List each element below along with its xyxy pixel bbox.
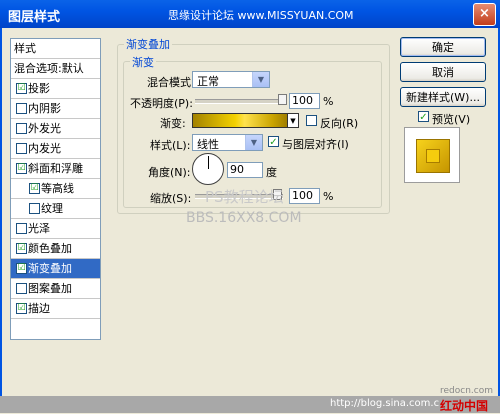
watermark-bbs: BBS.16XX8.COM (186, 210, 302, 226)
scale-unit: % (323, 190, 334, 203)
list-item-label: 图案叠加 (28, 282, 72, 295)
list-item-outer-glow[interactable]: 外发光 (11, 119, 100, 139)
blend-mode-select[interactable]: 正常 ▼ (192, 71, 270, 88)
scale-input[interactable]: 100 (289, 188, 320, 204)
align-with-layer-checkbox[interactable]: ✓ (268, 136, 279, 148)
angle-needle (208, 156, 209, 169)
gradient-swatch[interactable] (192, 113, 288, 128)
checkbox-color-overlay[interactable]: ☑ (16, 243, 27, 254)
chevron-down-icon: ▼ (252, 72, 269, 87)
checkbox-satin[interactable] (16, 223, 27, 234)
watermark-blog: http://blog.sina.com.c (330, 398, 440, 409)
angle-label: 角度(N): (148, 166, 191, 179)
watermark-ps: PS教程论坛 (205, 188, 284, 206)
title-bar: 图层样式 思缘设计论坛 www.MISSYUAN.COM × (0, 0, 500, 28)
list-item-inner-glow[interactable]: 内发光 (11, 139, 100, 159)
opacity-input[interactable]: 100 (289, 93, 320, 109)
scale-label: 缩放(S): (150, 192, 192, 205)
reverse-checkbox[interactable] (306, 115, 317, 126)
list-item-bevel-emboss[interactable]: ☑ 斜面和浮雕 (11, 159, 100, 179)
preview-checkbox[interactable]: ✓ (418, 111, 429, 123)
checkbox-bevel-emboss[interactable]: ☑ (16, 163, 27, 174)
checkbox-drop-shadow[interactable]: ☑ (16, 83, 27, 94)
list-item-pattern-overlay[interactable]: 图案叠加 (11, 279, 100, 299)
opacity-slider-track[interactable] (195, 99, 283, 104)
chevron-down-icon: ▼ (245, 135, 262, 150)
style-select[interactable]: 线性 ▼ (192, 134, 263, 151)
reverse-label: 反向(R) (320, 117, 359, 130)
list-item-label: 渐变叠加 (28, 262, 72, 275)
preview-swatch (416, 139, 450, 173)
preview-label: 预览(V) (432, 113, 471, 126)
list-header-styles[interactable]: 样式 (11, 39, 100, 59)
gradient-overlay-group-title: 渐变叠加 (124, 36, 172, 52)
list-item-satin[interactable]: 光泽 (11, 219, 100, 239)
list-item-gradient-overlay[interactable]: ☑ 渐变叠加 (11, 259, 100, 279)
footer-watermark-bar: http://blog.sina.com.c 红动中国 (0, 396, 500, 413)
new-style-button[interactable]: 新建样式(W)... (400, 87, 486, 107)
list-header-label: 样式 (14, 42, 36, 55)
align-with-layer-label: 与图层对齐(I) (282, 138, 349, 151)
list-item-contour[interactable]: ☑ 等高线 (11, 179, 100, 199)
opacity-slider-thumb[interactable] (278, 94, 287, 105)
list-item-label: 等高线 (41, 182, 74, 195)
opacity-unit: % (323, 95, 334, 108)
checkbox-pattern-overlay[interactable] (16, 283, 27, 294)
list-item-label: 内发光 (28, 142, 61, 155)
angle-input[interactable]: 90 (227, 162, 263, 178)
gradient-label: 渐变: (160, 117, 186, 130)
watermark-red: 红动中国 (440, 399, 489, 413)
angle-dial[interactable] (192, 153, 224, 185)
list-item-label: 内阴影 (28, 102, 61, 115)
checkbox-inner-shadow[interactable] (16, 103, 27, 114)
list-item-label: 斜面和浮雕 (28, 162, 83, 175)
style-value: 线性 (197, 138, 219, 151)
cancel-button[interactable]: 取消 (400, 62, 486, 82)
list-item-label: 描边 (28, 302, 50, 315)
list-item-blend-options[interactable]: 混合选项:默认 (11, 59, 100, 79)
chevron-down-icon[interactable]: ▼ (288, 113, 299, 128)
checkbox-contour[interactable]: ☑ (29, 183, 40, 194)
ok-button[interactable]: 确定 (400, 37, 486, 57)
preview-inner (426, 149, 440, 163)
blend-mode-value: 正常 (197, 75, 219, 88)
checkbox-stroke[interactable]: ☑ (16, 303, 27, 314)
checkbox-gradient-overlay[interactable]: ☑ (16, 263, 27, 274)
angle-unit: 度 (266, 166, 277, 179)
list-item-label: 纹理 (41, 202, 63, 215)
list-item-inner-shadow[interactable]: 内阴影 (11, 99, 100, 119)
list-item-label: 颜色叠加 (28, 242, 72, 255)
list-item-label: 外发光 (28, 122, 61, 135)
style-label: 样式(L): (150, 139, 191, 152)
blend-mode-label: 混合模式: (147, 76, 195, 89)
window-title: 图层样式 (8, 10, 61, 25)
checkbox-inner-glow[interactable] (16, 143, 27, 154)
list-item-label: 光泽 (28, 222, 50, 235)
list-item-label: 混合选项:默认 (14, 62, 84, 75)
list-item-drop-shadow[interactable]: ☑ 投影 (11, 79, 100, 99)
gradient-subgroup-title: 渐变 (130, 54, 156, 70)
list-item-color-overlay[interactable]: ☑ 颜色叠加 (11, 239, 100, 259)
opacity-label: 不透明度(P): (130, 97, 193, 110)
watermark-redocn: redocn.com (440, 386, 493, 396)
style-list: 样式 混合选项:默认 ☑ 投影 内阴影 外发光 内发光 ☑ 斜面和浮雕 ☑ 等高线 纹… (10, 38, 101, 340)
list-item-stroke[interactable]: ☑ 描边 (11, 299, 100, 319)
list-item-texture[interactable]: 纹理 (11, 199, 100, 219)
style-preview-thumbnail (404, 127, 460, 183)
list-item-label: 投影 (28, 82, 50, 95)
checkbox-outer-glow[interactable] (16, 123, 27, 134)
watermark-top: 思缘设计论坛 www.MISSYUAN.COM (168, 9, 354, 22)
checkbox-texture[interactable] (29, 203, 40, 214)
close-button[interactable]: × (473, 3, 496, 26)
